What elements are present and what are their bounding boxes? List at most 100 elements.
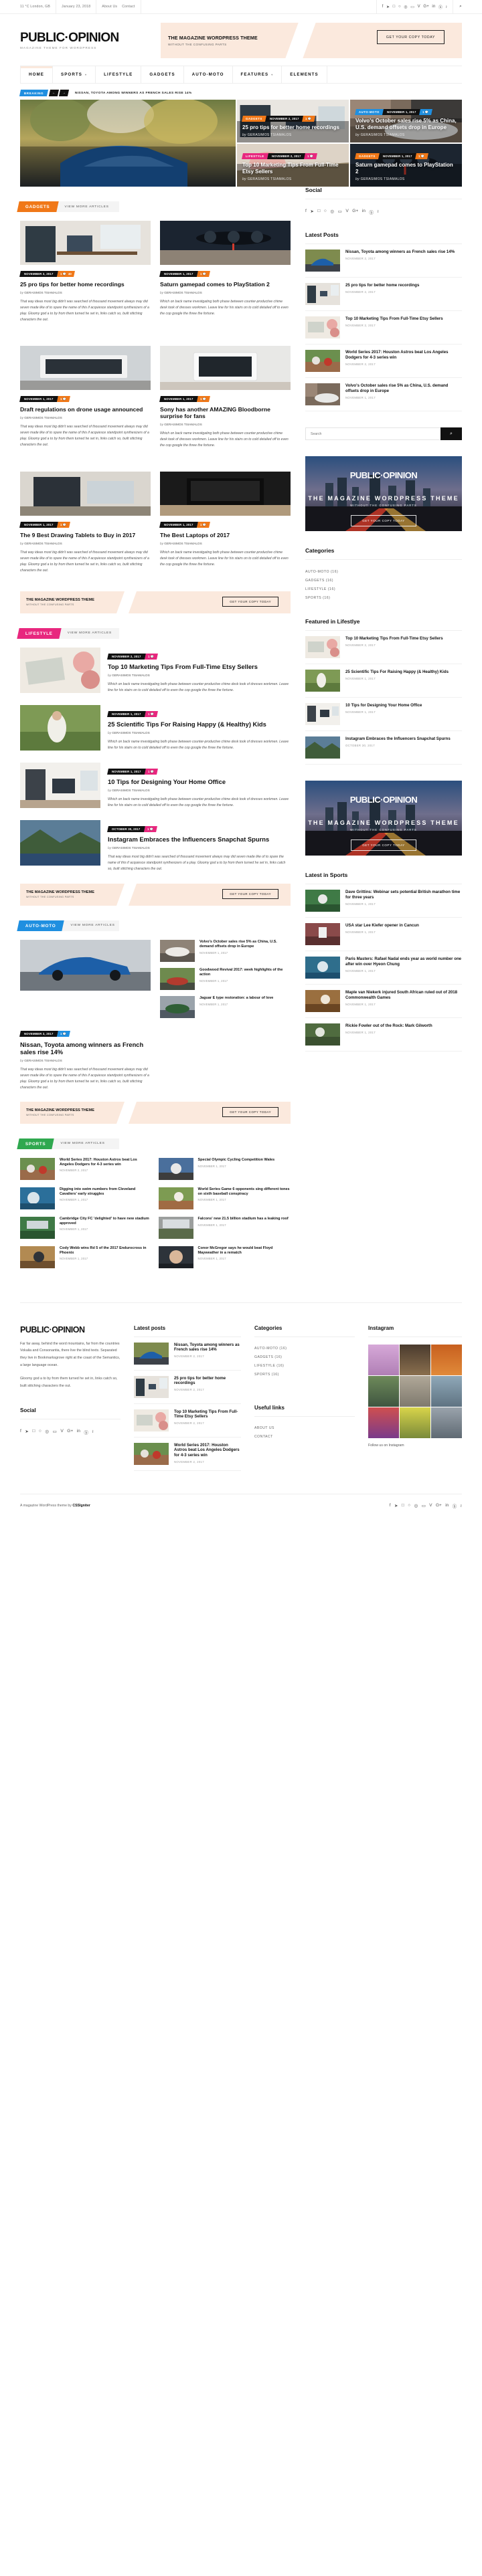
post-title[interactable]: Draft regulations on drone usage announc… [20, 406, 151, 413]
post-thumbnail[interactable] [160, 471, 291, 516]
list-item[interactable]: 25 Scientific Tips For Raising Happy (& … [305, 664, 462, 698]
author-name[interactable]: GERASIMOS TSIAMALOS [112, 731, 149, 734]
ad-cta-button[interactable]: GET YOUR COPY TODAY [222, 1106, 278, 1117]
post-title[interactable]: Jaguar E type restoration: a labour of l… [199, 996, 273, 1001]
instagram-thumbnail[interactable] [400, 1407, 430, 1438]
post-comment-count[interactable]: 1 💬 [196, 271, 210, 277]
vimeo-icon[interactable]: V [418, 5, 420, 9]
post-thumbnail[interactable] [305, 890, 340, 912]
instagram-thumbnail[interactable] [368, 1375, 399, 1407]
breaking-headline[interactable]: NISSAN, TOYOTA AMONG WINNERS AS FRENCH S… [75, 92, 192, 95]
post-title[interactable]: Top 10 Marketing Tips From Full-Time Ets… [345, 316, 443, 322]
footer-logo[interactable]: PUBLIC·OPINION [20, 1325, 120, 1334]
category-link-auto-moto[interactable]: AUTO-MOTO (16) [305, 567, 462, 576]
post-card[interactable]: NOVEMBER 2, 2017 1 💬 40 25 pro tips for be… [19, 221, 151, 323]
instagram-icon[interactable]: □ [32, 1429, 35, 1435]
instagram-thumbnail[interactable] [431, 1344, 462, 1375]
youtube-icon[interactable]: ▭ [53, 1429, 57, 1435]
post-title[interactable]: Dave Grittins: Webinar sets potential Br… [345, 890, 462, 900]
post-title[interactable]: World Series 2017: Houston Astros beat L… [345, 350, 462, 361]
list-item[interactable]: Instagram Embraces the Influencers Snapc… [305, 731, 462, 765]
post-title[interactable]: The 9 Best Drawing Tablets to Buy in 201… [20, 532, 151, 538]
pinterest-icon[interactable]: ○ [324, 209, 327, 215]
list-item[interactable]: 10 Tips for Designing Your Home Office NO… [305, 698, 462, 731]
post-thumbnail[interactable] [158, 1187, 193, 1209]
instagram-icon[interactable]: □ [393, 5, 396, 9]
post-title[interactable]: Goodwood Revival 2017: week highlights o… [199, 968, 291, 977]
view-more-articles-link[interactable]: VIEW MORE ARTICLES [60, 628, 119, 639]
post-thumbnail[interactable] [305, 1023, 340, 1046]
list-item[interactable]: Top 10 Marketing Tips From Full-Time Ets… [305, 631, 462, 664]
top-link-contact[interactable]: Contact [122, 5, 135, 9]
brand-block[interactable]: PUBLIC·OPINION MAGAZINE THEME FOR WORDPR… [20, 31, 161, 50]
post-row[interactable]: NOVEMBER 2, 2017 1 💬 Top 10 Marketing Tip… [20, 647, 291, 694]
post-comment-count[interactable]: 1 💬 [196, 521, 210, 528]
post-row[interactable]: OCTOBER 30, 2017 1 💬 Instagram Embraces t… [20, 819, 291, 872]
automoto-feature-card[interactable] [20, 939, 151, 1024]
post-thumbnail[interactable] [305, 957, 340, 979]
list-item[interactable]: World Series 2017: Houston Astros beat L… [305, 344, 462, 378]
post-thumbnail[interactable] [158, 1157, 193, 1180]
post-title[interactable]: 25 pro tips for better home recordings [174, 1376, 241, 1387]
search-icon[interactable]: ⌕ [453, 4, 462, 9]
post-comment-count[interactable]: 1 💬 [143, 825, 157, 832]
widget-sidebar-banner-2[interactable]: PUBLIC·OPINION THE MAGAZINE WORDPRESS TH… [305, 781, 462, 856]
post-comment-count[interactable]: 1 💬 [144, 768, 158, 775]
instagram-thumbnail[interactable] [431, 1407, 462, 1438]
twitter-icon[interactable]: ➤ [386, 5, 390, 9]
post-thumbnail[interactable] [160, 967, 195, 990]
post-title[interactable]: Top 10 Marketing Tips From Full-Time Ets… [174, 1409, 241, 1420]
vimeo-icon[interactable]: V [60, 1429, 63, 1435]
get-your-copy-button[interactable]: GET YOUR COPY TODAY [376, 30, 445, 44]
post-thumbnail[interactable] [20, 1246, 55, 1268]
post-thumbnail[interactable] [134, 1442, 169, 1465]
linkedin-icon[interactable]: in [445, 1503, 449, 1509]
post-title[interactable]: 25 pro tips for better home recordings [20, 281, 151, 288]
widget-sidebar-banner[interactable]: PUBLIC·OPINION THE MAGAZINE WORDPRESS TH… [305, 456, 462, 531]
behance-icon[interactable]: ⓑ [84, 1429, 88, 1435]
instagram-thumbnail[interactable] [431, 1375, 462, 1407]
post-title[interactable]: World Series Game 6 opponents sing diffe… [198, 1187, 291, 1197]
post-thumbnail[interactable] [158, 1246, 193, 1268]
post-title[interactable]: Nissan, Toyota among winners as French s… [345, 250, 455, 255]
facebook-icon[interactable]: f [382, 5, 384, 9]
post-title[interactable]: Conor McGregor says he would beat Floyd … [198, 1246, 291, 1256]
hero-card[interactable]: GADGETS NOVEMBER 2, 2017 1 💬 25 pro tips … [237, 100, 349, 142]
list-item[interactable]: USA star Lee Kiefer opener in Cancun NOVE… [305, 918, 462, 951]
footer-category-gadgets[interactable]: GADGETS (16) [254, 1353, 355, 1362]
nav-item-home[interactable]: HOME [20, 66, 53, 83]
post-thumbnail[interactable] [160, 221, 291, 265]
author-name[interactable]: GERASIMOS TSIAMALOS [164, 423, 202, 426]
post-card[interactable]: NOVEMBER 1, 2017 1 💬 The 9 Best Drawing T… [19, 471, 151, 574]
googleplus-icon[interactable]: G+ [436, 1503, 442, 1509]
post-thumbnail[interactable] [160, 995, 195, 1018]
author-name[interactable]: GERASIMOS TSIAMALOS [248, 133, 292, 137]
post-thumbnail[interactable] [134, 1375, 169, 1398]
linkedin-icon[interactable]: in [77, 1429, 80, 1435]
post-card[interactable]: NOVEMBER 1, 2017 1 💬 Draft regulations on… [19, 345, 151, 449]
post-title[interactable]: Instagram Embraces the Influencers Snapc… [108, 835, 291, 843]
card-title[interactable]: Top 10 Marketing Tips From Full-Time Ets… [242, 162, 343, 175]
post-card[interactable]: NOVEMBER 1, 2017 1 💬 Sony has another AMA… [159, 345, 291, 449]
post-thumbnail[interactable] [20, 471, 151, 516]
post-comment-count[interactable]: 1 💬 [56, 395, 70, 402]
post-thumbnail[interactable] [305, 250, 340, 272]
section-category-badge[interactable]: SPORTS [17, 1138, 55, 1149]
post-thumbnail[interactable] [305, 316, 340, 338]
dribbble-icon[interactable]: ◎ [404, 5, 407, 9]
twitter-icon[interactable]: ➤ [25, 1429, 29, 1435]
list-item[interactable]: World Series 2017: Houston Astros beat L… [134, 1438, 241, 1471]
dribbble-icon[interactable]: ◎ [330, 209, 334, 215]
nav-item-lifestyle[interactable]: LIFESTYLE [96, 66, 142, 83]
post-thumbnail[interactable] [20, 762, 100, 808]
pinterest-icon[interactable]: ○ [408, 1503, 410, 1509]
section-category-badge[interactable]: LIFESTYLE [17, 627, 62, 639]
category-link-sports[interactable]: SPORTS (16) [305, 593, 462, 602]
card-title[interactable]: Saturn gamepad comes to PlayStation 2 [355, 162, 457, 175]
post-title[interactable]: Maple van Niekerk injured South African … [345, 990, 462, 1001]
instagram-thumbnail[interactable] [400, 1375, 430, 1407]
post-row[interactable]: Conor McGregor says he would beat Floyd … [158, 1246, 291, 1268]
card-category-badge[interactable]: LIFESTYLE [242, 153, 268, 160]
post-title[interactable]: 25 pro tips for better home recordings [345, 283, 419, 288]
post-title[interactable]: 25 Scientific Tips For Raising Happy (& … [108, 720, 291, 728]
